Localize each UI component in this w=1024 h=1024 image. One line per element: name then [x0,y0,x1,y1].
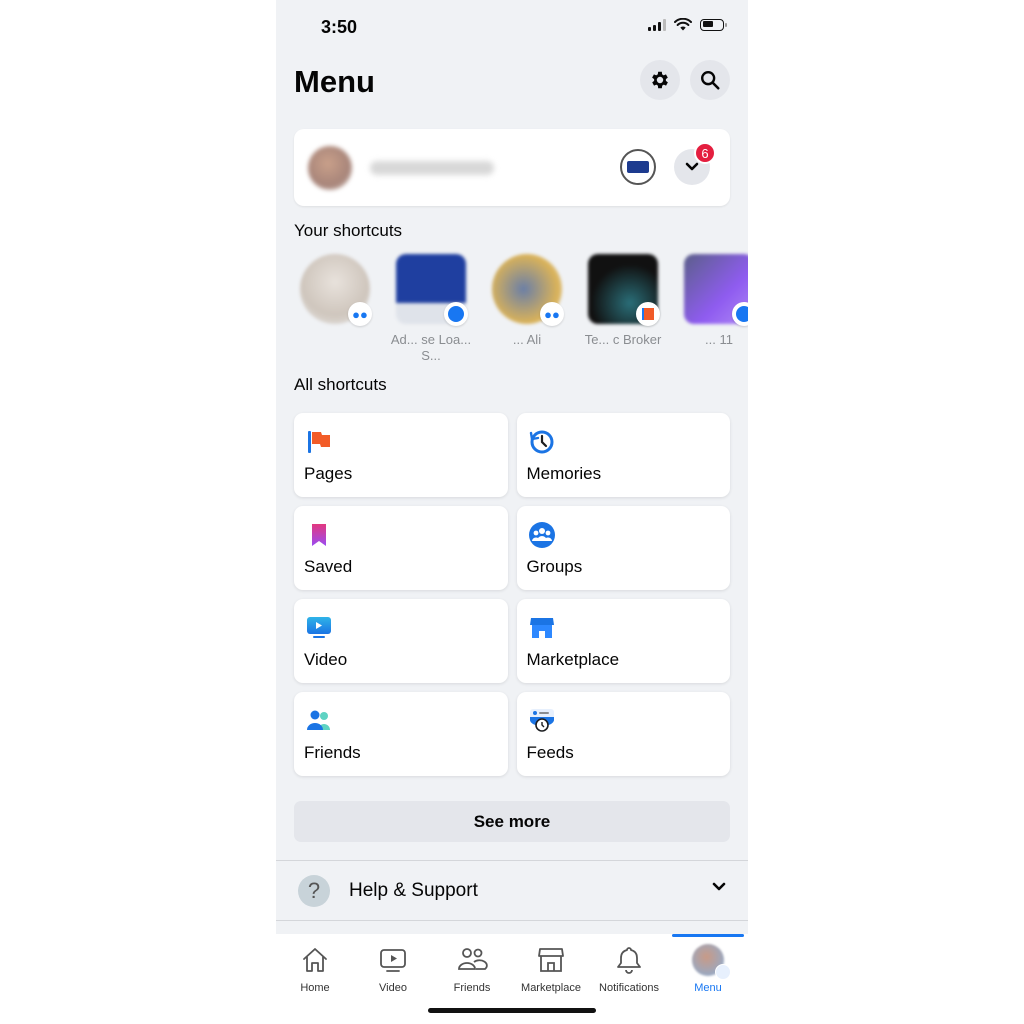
shortcut-item[interactable]: ●● [294,252,390,367]
groups-icon [444,302,468,326]
tab-label: Friends [453,982,491,994]
tab-label: Notifications [599,982,659,994]
bell-icon [617,947,641,974]
switch-account-button[interactable] [620,149,656,185]
wifi-icon [674,18,692,31]
shortcut-card-memories[interactable]: Memories [516,413,730,497]
notification-badge: 6 [694,142,716,164]
friends-icon [458,948,488,970]
video-icon [380,949,406,972]
your-shortcuts-title: Your shortcuts [294,221,403,240]
page-title: Menu [294,64,375,99]
groups-icon [528,522,555,548]
menu-lines-icon [715,964,731,980]
shortcut-card-label: Memories [526,464,602,483]
settings-button[interactable] [640,60,680,100]
all-shortcuts-title: All shortcuts [294,375,387,394]
cellular-signal-icon [648,18,666,31]
profile-card[interactable]: 6 [294,129,730,206]
shortcut-card-saved[interactable]: Saved [294,506,508,590]
tab-label: Home [300,982,330,994]
switch-account-icon [627,161,649,173]
flag-icon [636,302,660,326]
status-time: 3:50 [321,17,358,37]
friends-icon: ●● [540,302,564,326]
battery-icon [700,18,727,31]
see-more-button[interactable]: See more [294,801,730,842]
shortcut-card-feeds[interactable]: Feeds [516,692,730,776]
all-shortcuts-grid: Pages Memories Saved Groups Video Market… [294,413,730,776]
search-icon [701,71,720,90]
tab-marketplace[interactable]: Marketplace [512,942,590,994]
memories-clock-icon [529,430,553,454]
shortcut-card-pages[interactable]: Pages [294,413,508,497]
feeds-icon [529,709,554,732]
gear-icon [652,71,668,89]
shortcut-label: Te... c Broker [584,332,662,347]
shortcut-card-groups[interactable]: Groups [516,506,730,590]
divider [276,860,748,861]
shortcut-item[interactable]: Ad... se Loa... S... [390,252,486,367]
shortcut-card-label: Groups [526,557,583,576]
shortcut-card-label: Pages [304,464,353,483]
status-bar: 3:50 [276,0,748,54]
profile-avatar[interactable] [308,146,352,190]
your-shortcuts-row: ●● Ad... se Loa... S... ●● ... Ali Te...… [294,252,748,367]
shortcut-card-label: Marketplace [526,650,620,669]
video-icon [307,617,331,638]
tab-friends[interactable]: Friends [433,942,511,994]
tab-label: Marketplace [521,982,581,994]
shortcut-card-label: Video [304,650,348,669]
shortcut-label: ... Ali [512,332,542,347]
profile-name-blurred[interactable] [370,161,494,175]
phone-screen: 3:50 Menu 6 Your shortcuts ●● Ad... se L… [276,0,748,1024]
marketplace-store-icon [529,618,554,638]
shortcut-item[interactable]: ●● ... Ali [486,252,582,367]
home-icon [303,948,327,972]
search-button[interactable] [690,60,730,100]
shortcut-card-label: Friends [304,743,361,762]
shortcut-item[interactable]: ... 11 [678,252,748,367]
tab-menu[interactable]: Menu [669,942,747,994]
shortcut-label: Ad... se Loa... S... [390,332,472,363]
tab-notifications[interactable]: Notifications [590,942,668,994]
pages-flag-icon [308,431,330,453]
chevron-down-icon[interactable] [712,882,726,892]
active-tab-indicator [672,934,744,937]
marketplace-store-icon [538,948,564,972]
tab-video[interactable]: Video [354,942,432,994]
shortcut-card-label: Feeds [526,743,574,762]
help-support-label: Help & Support [349,880,478,901]
friends-icon: ●● [348,302,372,326]
shortcut-card-video[interactable]: Video [294,599,508,683]
shortcut-card-label: Saved [304,557,353,576]
chevron-down-icon [685,162,699,171]
tab-label: Video [379,982,407,994]
status-icons [648,18,727,31]
shortcut-item[interactable]: Te... c Broker [582,252,678,367]
saved-bookmark-icon [312,524,326,546]
page-header: Menu [294,58,730,104]
shortcut-label: ... 11 [705,332,733,347]
help-support-row[interactable]: ? Help & Support [276,862,748,920]
help-question-icon: ? [298,875,330,907]
divider [276,920,748,921]
tab-label: Menu [694,982,722,994]
bottom-tab-bar: Home Video Friends Marketplace Notificat… [276,934,748,1024]
friends-icon [307,710,330,730]
home-indicator [428,1008,596,1013]
tab-home[interactable]: Home [276,942,354,994]
shortcut-card-friends[interactable]: Friends [294,692,508,776]
shortcut-card-marketplace[interactable]: Marketplace [516,599,730,683]
